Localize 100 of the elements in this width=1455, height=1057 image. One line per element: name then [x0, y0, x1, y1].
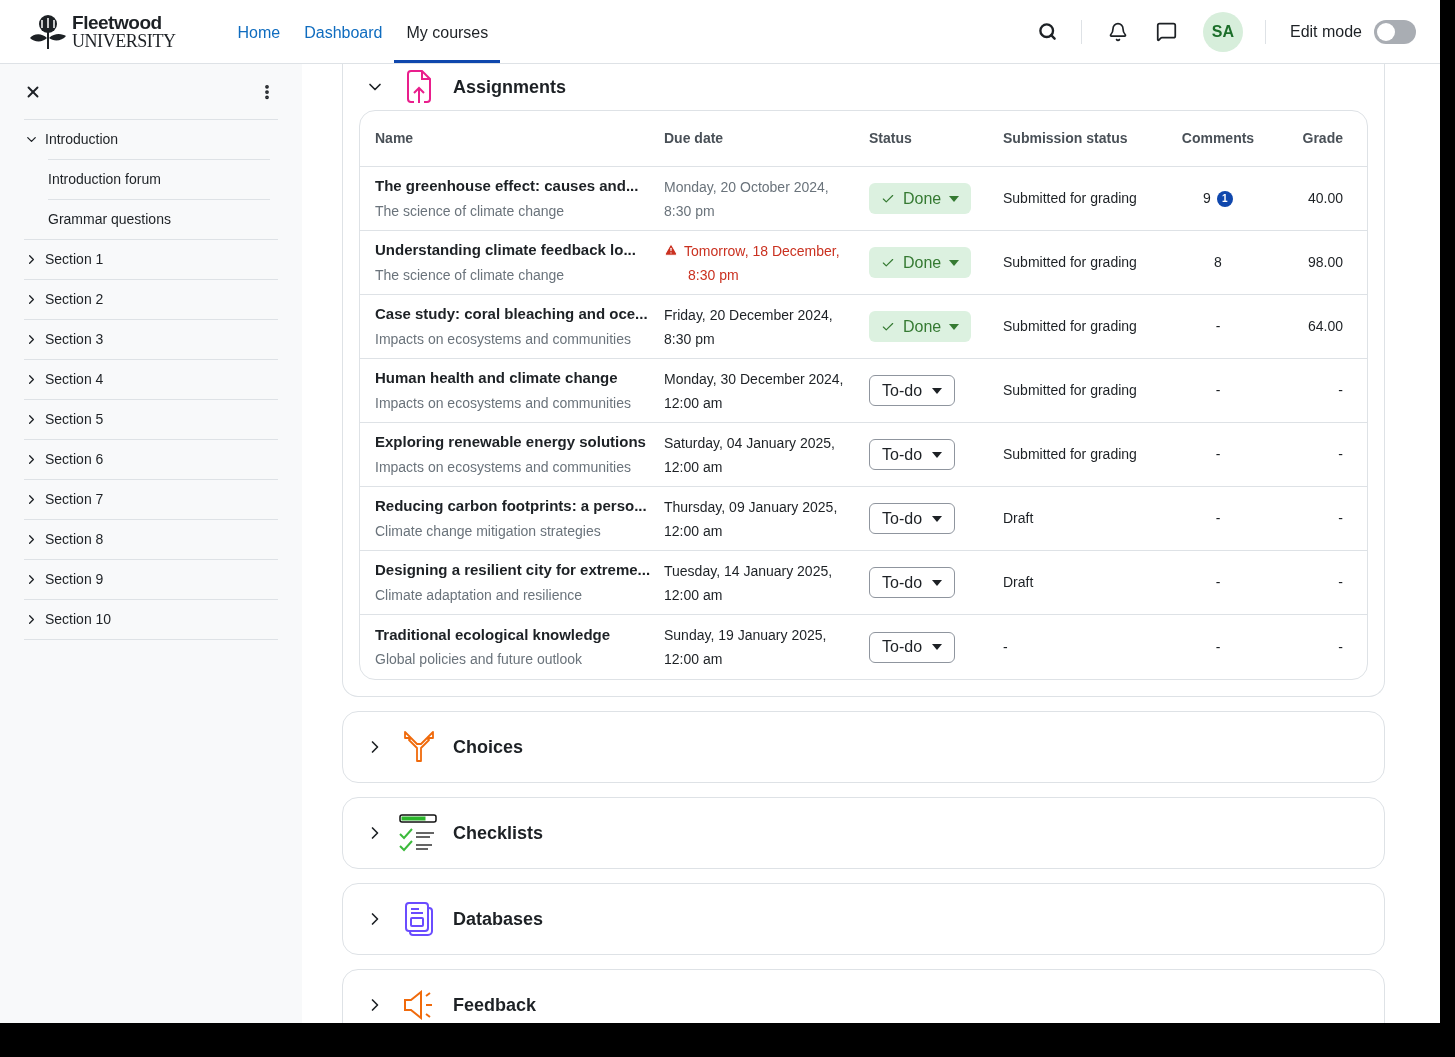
column-header[interactable]: Grade — [1302, 130, 1343, 146]
sidebar-section[interactable]: Section 4 — [24, 360, 278, 399]
due-date: Monday, 20 October 2024, 8:30 pm — [664, 177, 829, 221]
grade-value: 64.00 — [1307, 318, 1343, 334]
sidebar-section[interactable]: Section 2 — [24, 280, 278, 319]
topic-text: The science of climate change — [375, 265, 566, 285]
sidebar-section[interactable]: Section 1 — [24, 240, 278, 279]
file-upload-icon — [406, 70, 432, 104]
status-dropdown[interactable]: Done — [869, 183, 972, 214]
column-header[interactable]: Status — [869, 130, 912, 146]
grade-value: - — [1338, 446, 1343, 462]
due-date: Sunday, 19 January 2025, 12:00 am — [664, 626, 827, 669]
topic-text: Global policies and future outlook — [375, 650, 584, 670]
sidebar-section[interactable]: Section 10 — [24, 600, 278, 639]
section-header[interactable]: Choices — [359, 712, 1368, 782]
nav-link[interactable]: Home — [225, 0, 293, 63]
sidebar-section[interactable]: Introduction — [24, 120, 278, 159]
grade-value: - — [1338, 382, 1343, 398]
status-dropdown[interactable]: Done — [869, 247, 972, 278]
assignment-name[interactable]: Reducing carbon footprints: a perso... — [375, 495, 664, 518]
topic-text: Climate change mitigation strategies — [375, 521, 602, 541]
status-dropdown[interactable]: Done — [869, 311, 972, 342]
topic-text: Impacts on ecosystems and communities — [375, 393, 632, 413]
section-header[interactable]: Feedback — [359, 970, 1368, 1023]
grade-value: - — [1338, 638, 1343, 655]
section-header[interactable]: Databases — [359, 884, 1368, 954]
caret-icon — [932, 387, 943, 394]
logo-subtitle: UNIVERSITY — [72, 32, 176, 50]
comment-count[interactable]: - — [1215, 508, 1221, 529]
user-avatar[interactable]: SA — [1202, 11, 1243, 52]
split-arrow-icon — [403, 731, 435, 763]
caret-icon — [932, 579, 943, 586]
section-header[interactable]: Assignments — [359, 64, 1368, 110]
sidebar-section[interactable]: Section 8 — [24, 520, 278, 559]
search-icon[interactable] — [1037, 22, 1057, 41]
caret-icon — [949, 195, 960, 202]
status-dropdown[interactable]: To-do — [869, 439, 956, 470]
comment-count[interactable]: - — [1215, 380, 1221, 401]
comment-count[interactable]: - — [1215, 316, 1221, 337]
message-icon[interactable] — [1155, 21, 1177, 42]
submission-status: Submitted for grading — [1003, 190, 1137, 206]
assignment-name[interactable]: Traditional ecological knowledge — [375, 623, 664, 647]
submission-status: Submitted for grading — [1003, 382, 1137, 398]
database-icon — [404, 902, 434, 936]
assignment-name[interactable]: The greenhouse effect: causes and... — [375, 175, 664, 198]
topic-text: Impacts on ecosystems and communities — [375, 329, 632, 349]
sidebar-section[interactable]: Section 3 — [24, 320, 278, 359]
grade-value: 98.00 — [1307, 254, 1343, 270]
topic-text: Impacts on ecosystems and communities — [375, 457, 632, 477]
comment-count[interactable]: - — [1215, 572, 1221, 593]
sidebar-section[interactable]: Section 5 — [24, 400, 278, 439]
warning-icon — [664, 242, 678, 257]
status-dropdown[interactable]: To-do — [869, 631, 956, 663]
comment-count[interactable]: - — [1215, 636, 1221, 658]
topic-text: Climate adaptation and resilience — [375, 585, 583, 605]
sidebar-activity[interactable]: Introduction forum — [48, 160, 270, 199]
column-header[interactable]: Submission status — [1003, 130, 1128, 146]
caret-icon — [932, 515, 943, 522]
status-dropdown[interactable]: To-do — [869, 375, 956, 406]
submission-status: - — [1003, 638, 1008, 655]
status-dropdown[interactable]: To-do — [869, 503, 956, 534]
status-dropdown[interactable]: To-do — [869, 567, 956, 598]
assignment-name[interactable]: Human health and climate change — [375, 367, 664, 390]
assignment-name[interactable]: Case study: coral bleaching and oce... — [375, 303, 664, 326]
section-header[interactable]: Checklists — [359, 798, 1368, 868]
due-date: Tuesday, 14 January 2025, 12:00 am — [664, 561, 833, 605]
comment-count[interactable]: 8 — [1214, 252, 1222, 273]
assignment-name[interactable]: Designing a resilient city for extreme... — [375, 559, 664, 582]
submission-status: Draft — [1003, 574, 1034, 590]
column-header[interactable]: Due date — [664, 130, 724, 146]
checklist-icon — [399, 814, 439, 852]
due-date: Thursday, 09 January 2025, 12:00 am — [664, 497, 838, 541]
column-header[interactable]: Name — [375, 130, 414, 146]
assignment-name[interactable]: Exploring renewable energy solutions — [375, 431, 664, 454]
grade-value: - — [1338, 574, 1343, 590]
submission-status: Submitted for grading — [1003, 318, 1137, 334]
edit-mode-toggle[interactable] — [1374, 19, 1416, 44]
column-header[interactable]: Comments — [1181, 130, 1255, 146]
grade-value: 40.00 — [1307, 190, 1343, 206]
logo-name: Fleetwood — [72, 13, 163, 32]
edit-mode-label: Edit mode — [1289, 21, 1362, 42]
due-date: Tomorrow, 18 December, 8:30 pm — [684, 241, 840, 285]
caret-icon — [932, 644, 943, 650]
sidebar-section[interactable]: Section 9 — [24, 560, 278, 599]
flower-logo-icon — [28, 13, 68, 50]
submission-status: Submitted for grading — [1003, 446, 1137, 462]
unread-badge: 1 — [1216, 190, 1233, 207]
notification-bell-icon[interactable] — [1107, 21, 1128, 42]
assignment-name[interactable]: Understanding climate feedback lo... — [375, 239, 664, 262]
comment-count[interactable]: - — [1215, 444, 1221, 465]
submission-status: Submitted for grading — [1003, 254, 1137, 270]
topic-text: The science of climate change — [375, 201, 566, 221]
due-date: Monday, 30 December 2024, 12:00 am — [664, 369, 844, 413]
caret-icon — [932, 451, 943, 458]
sidebar-section[interactable]: Section 7 — [24, 480, 278, 519]
submission-status: Draft — [1003, 510, 1034, 526]
sidebar-activity[interactable]: Grammar questions — [48, 200, 270, 239]
sidebar-section[interactable]: Section 6 — [24, 440, 278, 479]
comment-count[interactable]: 9 — [1203, 188, 1211, 209]
nav-link[interactable]: Dashboard — [292, 0, 395, 63]
